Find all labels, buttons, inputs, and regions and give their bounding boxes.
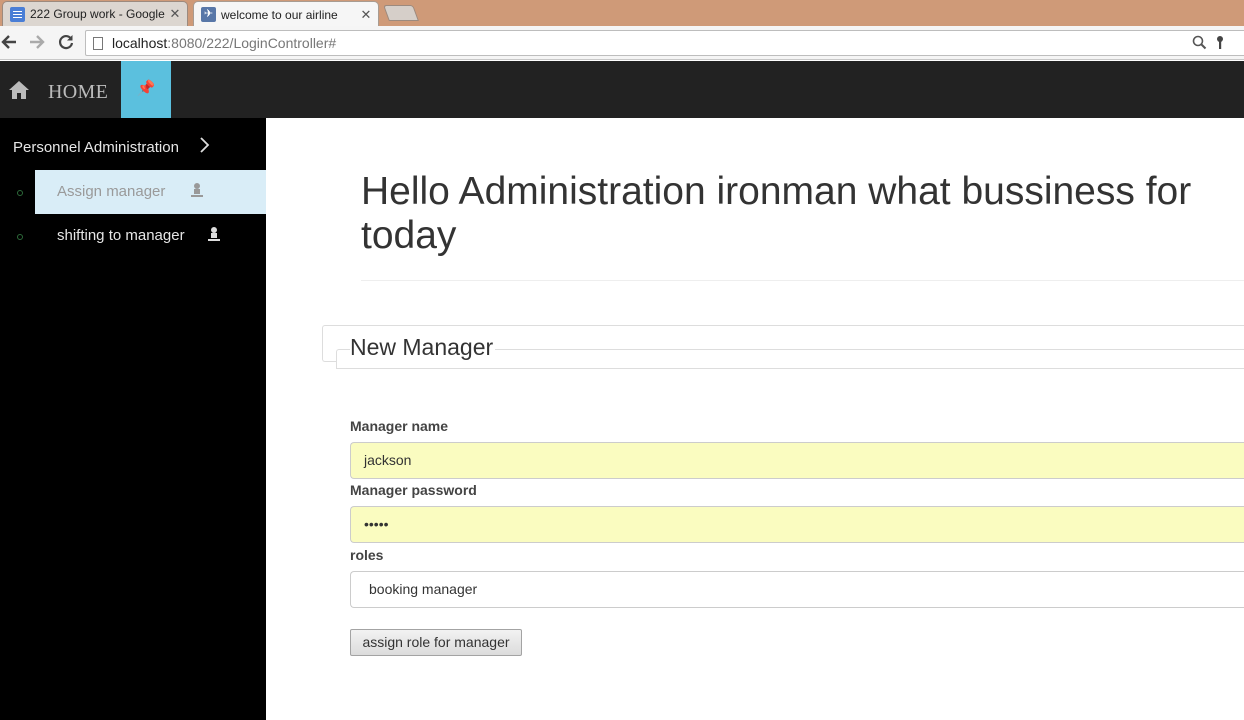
browser-tab-docs[interactable]: 222 Group work - Google D ✕ (2, 1, 188, 26)
manager-password-input[interactable]: ••••• (350, 506, 1244, 543)
close-tab-icon[interactable]: ✕ (169, 6, 181, 22)
title-divider (361, 280, 1244, 281)
sidebar-item-label: shifting to manager (57, 227, 185, 244)
manager-name-input[interactable]: jackson (350, 442, 1244, 479)
sidebar-item-label: Assign manager (57, 183, 166, 200)
back-button[interactable] (0, 32, 20, 54)
url-path: :8080/222/LoginController# (167, 35, 337, 51)
reload-icon (58, 35, 74, 50)
chevron-icon (200, 137, 210, 153)
sidebar-item-assign-manager[interactable]: Assign manager (35, 170, 266, 214)
main-content: Hello Administration ironman what bussin… (266, 118, 1244, 720)
airline-icon: ✈ (201, 7, 216, 22)
browser-toolbar: localhost:8080/222/LoginController# (0, 26, 1244, 60)
form-legend: New Manager (350, 334, 496, 361)
tab-title: 222 Group work - Google D (30, 7, 165, 21)
zoom-icon[interactable] (1192, 35, 1207, 53)
manager-password-label: Manager password (350, 482, 477, 498)
forward-button[interactable] (26, 32, 48, 54)
pin-button[interactable]: 📌 (121, 61, 171, 118)
sidebar-item-shifting-to-manager[interactable]: shifting to manager (35, 214, 266, 258)
pushpin-icon: 📌 (136, 80, 156, 97)
password-key-icon (1217, 36, 1223, 49)
bullet-icon (17, 234, 23, 240)
user-icon (207, 226, 221, 242)
address-bar[interactable]: localhost:8080/222/LoginController# (85, 30, 1244, 56)
close-tab-icon[interactable]: ✕ (360, 7, 372, 23)
chevron-right-icon[interactable] (199, 135, 211, 160)
home-icon[interactable] (8, 79, 30, 101)
assign-role-button[interactable]: assign role for manager (350, 629, 522, 656)
roles-select[interactable]: booking manager (350, 571, 1244, 608)
page-icon (93, 37, 103, 50)
manager-name-label: Manager name (350, 418, 449, 434)
docs-icon (10, 6, 25, 22)
house-icon (9, 81, 29, 99)
url-text: localhost:8080/222/LoginController# (112, 35, 336, 51)
key-icon[interactable] (1214, 35, 1226, 53)
tab-title: welcome to our airline (221, 7, 338, 22)
magnifier-icon (1192, 35, 1207, 50)
sidebar: Personnel Administration Assign manager … (0, 118, 266, 720)
home-link[interactable]: HOME (48, 81, 108, 104)
sidebar-header[interactable]: Personnel Administration (13, 139, 179, 156)
page-title: Hello Administration ironman what bussin… (361, 170, 1192, 257)
browser-tab-strip: 222 Group work - Google D ✕ ✈ welcome to… (0, 0, 1244, 27)
roles-label: roles (350, 547, 384, 563)
user-icon (190, 182, 204, 198)
url-host: localhost (112, 35, 168, 51)
new-tab-button[interactable] (383, 5, 419, 21)
reload-button[interactable] (55, 32, 77, 54)
bullet-icon (17, 190, 23, 196)
forward-arrow-icon (30, 35, 45, 49)
browser-tab-airline[interactable]: ✈ welcome to our airline ✕ (193, 1, 379, 27)
app-navbar: HOME 📌 (0, 61, 1244, 118)
back-arrow-icon (1, 35, 16, 49)
